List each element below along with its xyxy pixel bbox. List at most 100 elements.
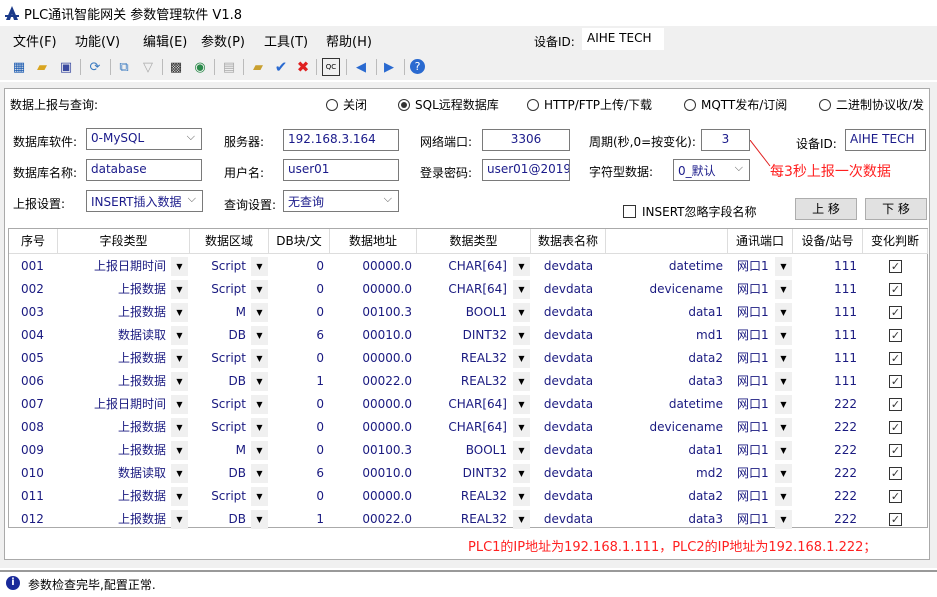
dropdown-arrow-icon[interactable]: ▼ xyxy=(251,257,268,276)
insert-ignore-checkbox[interactable]: INSERT忽略字段名称 xyxy=(623,203,757,220)
field-type-cell[interactable]: 上报数据 xyxy=(69,370,166,393)
dropdown-arrow-icon[interactable]: ▼ xyxy=(251,395,268,414)
dropdown-arrow-icon[interactable]: ▼ xyxy=(775,510,792,529)
data-address-cell[interactable]: 00010.0 xyxy=(330,324,412,347)
change-check-checkbox[interactable]: ✓ xyxy=(889,421,902,434)
change-check-checkbox[interactable]: ✓ xyxy=(889,352,902,365)
station-cell[interactable]: 111 xyxy=(793,255,857,278)
data-type-cell[interactable]: BOOL1 xyxy=(417,439,507,462)
data-type-cell[interactable]: CHAR[64] xyxy=(417,255,507,278)
column-header[interactable]: 变化判断 xyxy=(863,229,928,254)
monitor-icon[interactable]: ▩ xyxy=(167,58,185,76)
menu-file[interactable]: 文件(F) xyxy=(13,31,57,50)
data-area-cell[interactable]: Script xyxy=(194,347,246,370)
column-header[interactable] xyxy=(606,229,728,254)
station-cell[interactable]: 111 xyxy=(793,301,857,324)
db-block-cell[interactable]: 0 xyxy=(269,439,324,462)
data-address-cell[interactable]: 00010.0 xyxy=(330,462,412,485)
dropdown-arrow-icon[interactable]: ▼ xyxy=(775,372,792,391)
change-check-checkbox[interactable]: ✓ xyxy=(889,260,902,273)
db-block-cell[interactable]: 0 xyxy=(269,485,324,508)
column-header[interactable]: 数据区域 xyxy=(190,229,269,254)
dropdown-arrow-icon[interactable]: ▼ xyxy=(171,441,188,460)
dropdown-arrow-icon[interactable]: ▼ xyxy=(513,372,530,391)
dropdown-arrow-icon[interactable]: ▼ xyxy=(171,280,188,299)
dropdown-arrow-icon[interactable]: ▼ xyxy=(171,510,188,529)
report-setting-select[interactable]: INSERT插入数据 xyxy=(86,190,203,212)
table-name-cell[interactable]: devdata xyxy=(531,416,606,439)
data-area-cell[interactable]: DB xyxy=(194,324,246,347)
db-block-cell[interactable]: 1 xyxy=(269,508,324,531)
station-cell[interactable]: 222 xyxy=(793,393,857,416)
data-address-cell[interactable]: 00022.0 xyxy=(330,370,412,393)
station-cell[interactable]: 222 xyxy=(793,439,857,462)
column-header[interactable]: DB块/文 xyxy=(269,229,330,254)
radio-binary[interactable]: 二进制协议收/发 xyxy=(819,96,924,113)
change-check-checkbox[interactable]: ✓ xyxy=(889,375,902,388)
dropdown-arrow-icon[interactable]: ▼ xyxy=(171,464,188,483)
data-area-cell[interactable]: DB xyxy=(194,508,246,531)
column-header[interactable]: 序号 xyxy=(9,229,58,254)
dropdown-arrow-icon[interactable]: ▼ xyxy=(251,303,268,322)
menu-function[interactable]: 功能(V) xyxy=(75,31,120,50)
table-icon[interactable]: ▤ xyxy=(220,58,238,76)
field-name-cell[interactable]: md2 xyxy=(606,462,723,485)
field-name-cell[interactable]: devicename xyxy=(606,278,723,301)
table-row[interactable]: 001 上报日期时间 ▼ Script ▼ 0 00000.0 CHAR[64] ▼ devdat… xyxy=(9,255,927,278)
radio-button[interactable] xyxy=(398,98,410,111)
data-type-cell[interactable]: DINT32 xyxy=(417,462,507,485)
query-setting-select[interactable]: 无查询 xyxy=(283,190,399,212)
checkbox-box[interactable] xyxy=(623,205,636,218)
dropdown-arrow-icon[interactable]: ▼ xyxy=(775,280,792,299)
data-type-cell[interactable]: REAL32 xyxy=(417,508,507,531)
dropdown-arrow-icon[interactable]: ▼ xyxy=(171,349,188,368)
network-icon[interactable]: ▦ xyxy=(10,58,28,76)
field-type-cell[interactable]: 上报数据 xyxy=(69,508,166,531)
field-type-cell[interactable]: 上报数据 xyxy=(69,301,166,324)
comm-port-cell[interactable]: 网口1 xyxy=(737,485,773,508)
dropdown-arrow-icon[interactable]: ▼ xyxy=(513,257,530,276)
table-row[interactable]: 006 上报数据 ▼ DB ▼ 1 00022.0 REAL32 ▼ devdata data3 网口… xyxy=(9,370,927,393)
radio-sql[interactable]: SQL远程数据库 xyxy=(398,96,499,113)
dropdown-arrow-icon[interactable]: ▼ xyxy=(251,441,268,460)
data-area-cell[interactable]: DB xyxy=(194,370,246,393)
menu-tools[interactable]: 工具(T) xyxy=(264,31,308,50)
data-address-cell[interactable]: 00022.0 xyxy=(330,508,412,531)
db-software-select[interactable]: 0-MySQL xyxy=(86,128,202,150)
station-cell[interactable]: 222 xyxy=(793,508,857,531)
table-row[interactable]: 009 上报数据 ▼ M ▼ 0 00100.3 BOOL1 ▼ devdata data1 网口1 ▼… xyxy=(9,439,927,462)
column-header[interactable]: 通讯端口 xyxy=(728,229,793,254)
comm-port-cell[interactable]: 网口1 xyxy=(737,439,773,462)
dropdown-arrow-icon[interactable]: ▼ xyxy=(775,487,792,506)
change-check-checkbox[interactable]: ✓ xyxy=(889,329,902,342)
dropdown-arrow-icon[interactable]: ▼ xyxy=(513,303,530,322)
comm-port-cell[interactable]: 网口1 xyxy=(737,347,773,370)
comm-port-cell[interactable]: 网口1 xyxy=(737,255,773,278)
data-type-cell[interactable]: CHAR[64] xyxy=(417,416,507,439)
radio-button[interactable] xyxy=(326,98,338,111)
field-type-cell[interactable]: 上报日期时间 xyxy=(69,393,166,416)
table-row[interactable]: 012 上报数据 ▼ DB ▼ 1 00022.0 REAL32 ▼ devdata data3 网口… xyxy=(9,508,927,531)
column-header[interactable]: 数据表名称 xyxy=(531,229,606,254)
data-area-cell[interactable]: Script xyxy=(194,278,246,301)
table-row[interactable]: 007 上报日期时间 ▼ Script ▼ 0 00000.0 CHAR[64] ▼ devdat… xyxy=(9,393,927,416)
dropdown-arrow-icon[interactable]: ▼ xyxy=(513,510,530,529)
dropdown-arrow-icon[interactable]: ▼ xyxy=(251,280,268,299)
field-name-cell[interactable]: data3 xyxy=(606,508,723,531)
station-cell[interactable]: 222 xyxy=(793,485,857,508)
dropdown-arrow-icon[interactable]: ▼ xyxy=(251,372,268,391)
field-name-cell[interactable]: devicename xyxy=(606,416,723,439)
data-area-cell[interactable]: Script xyxy=(194,485,246,508)
next-icon[interactable]: ▶ xyxy=(380,58,398,76)
dropdown-arrow-icon[interactable]: ▼ xyxy=(775,418,792,437)
dropdown-arrow-icon[interactable]: ▼ xyxy=(171,395,188,414)
prev-icon[interactable]: ◀ xyxy=(352,58,370,76)
change-check-checkbox[interactable]: ✓ xyxy=(889,467,902,480)
radio-http[interactable]: HTTP/FTP上传/下载 xyxy=(527,96,652,113)
table-row[interactable]: 008 上报数据 ▼ Script ▼ 0 00000.0 CHAR[64] ▼ devdata d… xyxy=(9,416,927,439)
table-name-cell[interactable]: devdata xyxy=(531,278,606,301)
menu-help[interactable]: 帮助(H) xyxy=(326,31,372,50)
data-area-cell[interactable]: Script xyxy=(194,255,246,278)
data-type-cell[interactable]: CHAR[64] xyxy=(417,278,507,301)
dropdown-arrow-icon[interactable]: ▼ xyxy=(775,257,792,276)
